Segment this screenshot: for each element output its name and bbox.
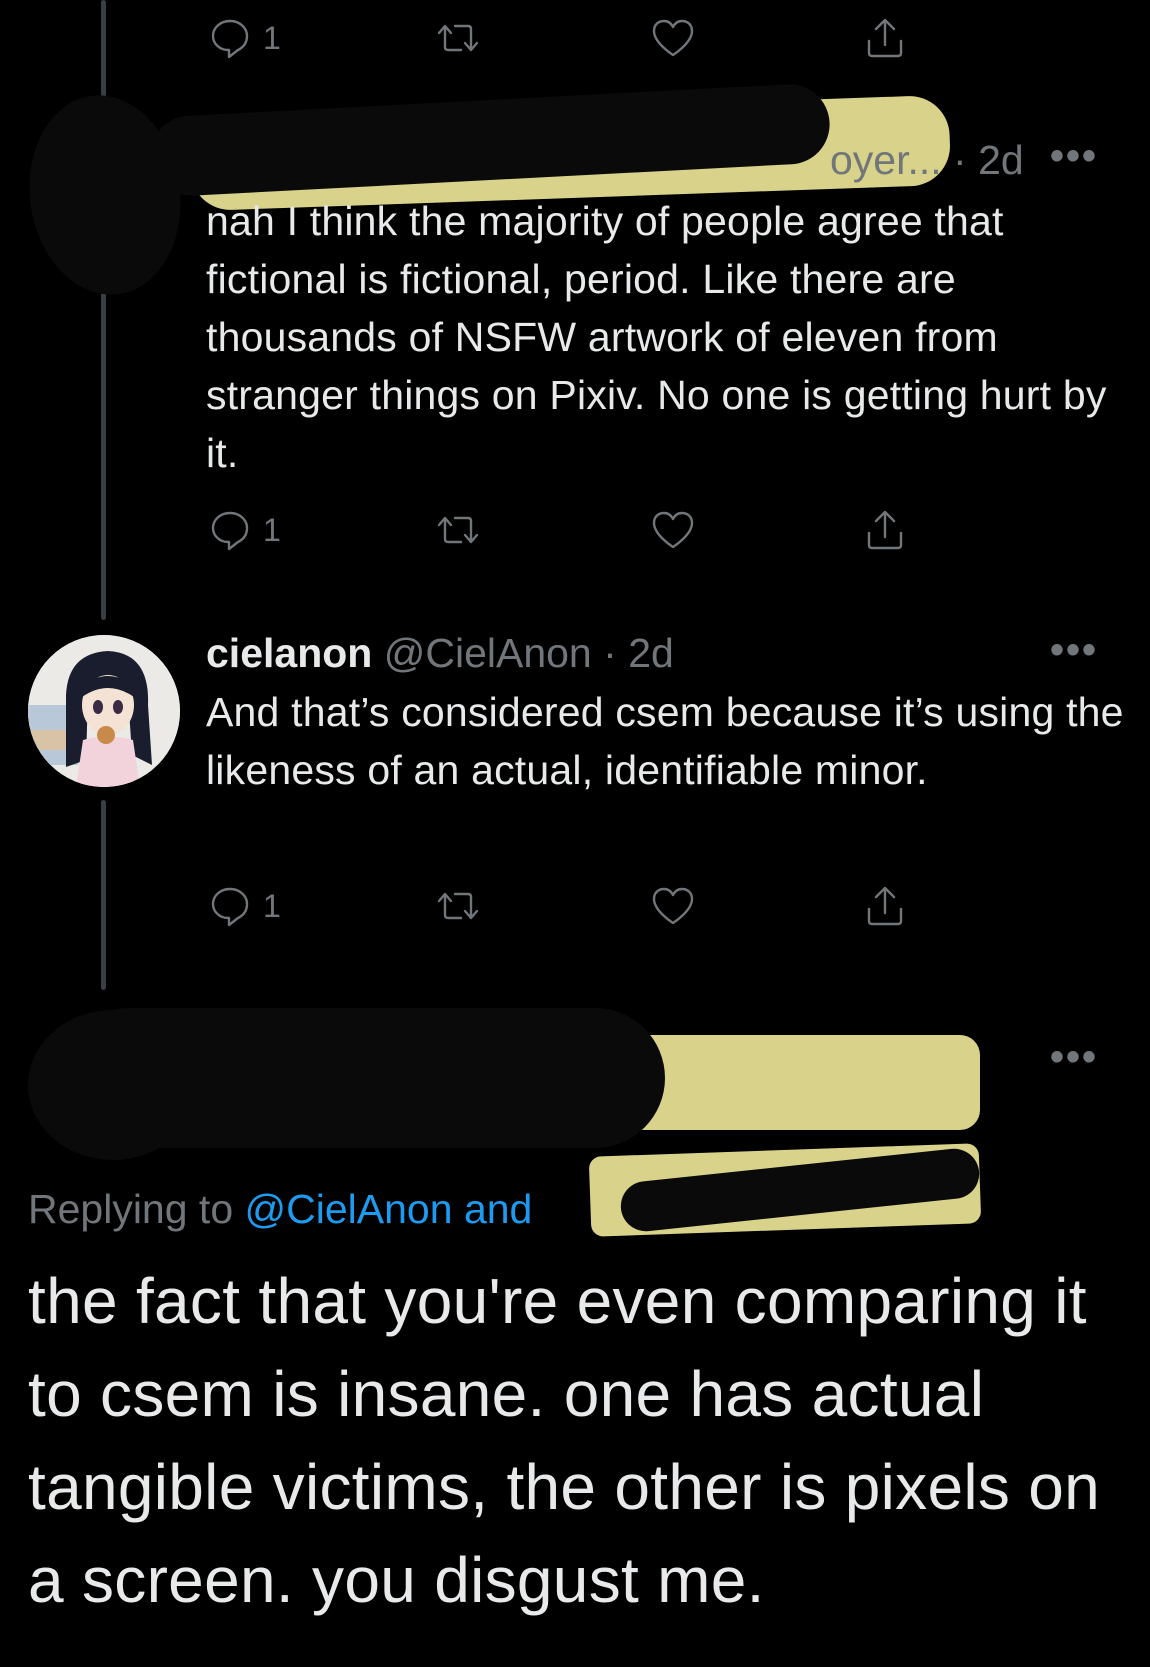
reply-count: 1: [263, 887, 281, 924]
reply-count: 1: [263, 19, 281, 56]
mention-link[interactable]: @CielAnon: [245, 1186, 453, 1232]
tweet2-text: And that’s considered csem because it’s …: [206, 689, 1124, 793]
tweet1-header: oyer... · 2d: [830, 135, 1024, 185]
share-icon: [867, 886, 903, 926]
like-button[interactable]: [648, 8, 698, 68]
replying-to: Replying to @CielAnon and: [28, 1182, 532, 1236]
retweet-button[interactable]: [433, 8, 483, 68]
main-tweet-text: the fact that you're even comparing it t…: [28, 1265, 1101, 1616]
retweet-button[interactable]: [433, 500, 483, 560]
redaction-mark-black: [60, 1008, 665, 1148]
anime-avatar-image: [28, 635, 180, 787]
action-bar-top: 1: [205, 8, 975, 68]
redacted-avatar: [16, 85, 194, 305]
reply-button[interactable]: 1: [205, 876, 281, 936]
thread-connector-mid: [101, 290, 106, 620]
action-bar-tweet2: 1: [205, 876, 975, 936]
thread-connector-bottom: [101, 800, 106, 990]
like-button[interactable]: [648, 876, 698, 936]
reply-button[interactable]: 1: [205, 500, 281, 560]
timestamp[interactable]: · 2d: [603, 630, 674, 676]
handle[interactable]: @CielAnon: [384, 630, 592, 676]
like-icon: [652, 511, 694, 549]
retweet-icon: [437, 892, 479, 920]
retweet-icon: [437, 516, 479, 544]
reply-icon: [211, 511, 249, 551]
share-button[interactable]: [860, 500, 910, 560]
action-bar-tweet1: 1: [205, 500, 975, 560]
share-icon: [867, 510, 903, 550]
reply-count: 1: [263, 511, 281, 548]
like-icon: [652, 887, 694, 925]
retweet-button[interactable]: [433, 876, 483, 936]
share-button[interactable]: [860, 876, 910, 936]
tweet2-header: cielanon @CielAnon · 2d: [206, 628, 674, 678]
tweet1-header-visible: oyer... · 2d: [830, 137, 1024, 183]
like-button[interactable]: [648, 500, 698, 560]
replying-prefix: Replying to: [28, 1186, 234, 1232]
replying-suffix[interactable]: and: [464, 1186, 532, 1232]
tweet1-text: nah I think the majority of people agree…: [206, 198, 1107, 476]
avatar[interactable]: [28, 635, 180, 787]
share-icon: [867, 18, 903, 58]
reply-icon: [211, 19, 249, 59]
like-icon: [652, 19, 694, 57]
more-icon[interactable]: •••: [1050, 628, 1098, 673]
reply-icon: [211, 887, 249, 927]
retweet-icon: [437, 24, 479, 52]
more-icon[interactable]: •••: [1050, 1035, 1098, 1080]
more-icon[interactable]: •••: [1050, 134, 1098, 179]
reply-button[interactable]: 1: [205, 8, 281, 68]
share-button[interactable]: [860, 8, 910, 68]
display-name[interactable]: cielanon: [206, 630, 372, 676]
